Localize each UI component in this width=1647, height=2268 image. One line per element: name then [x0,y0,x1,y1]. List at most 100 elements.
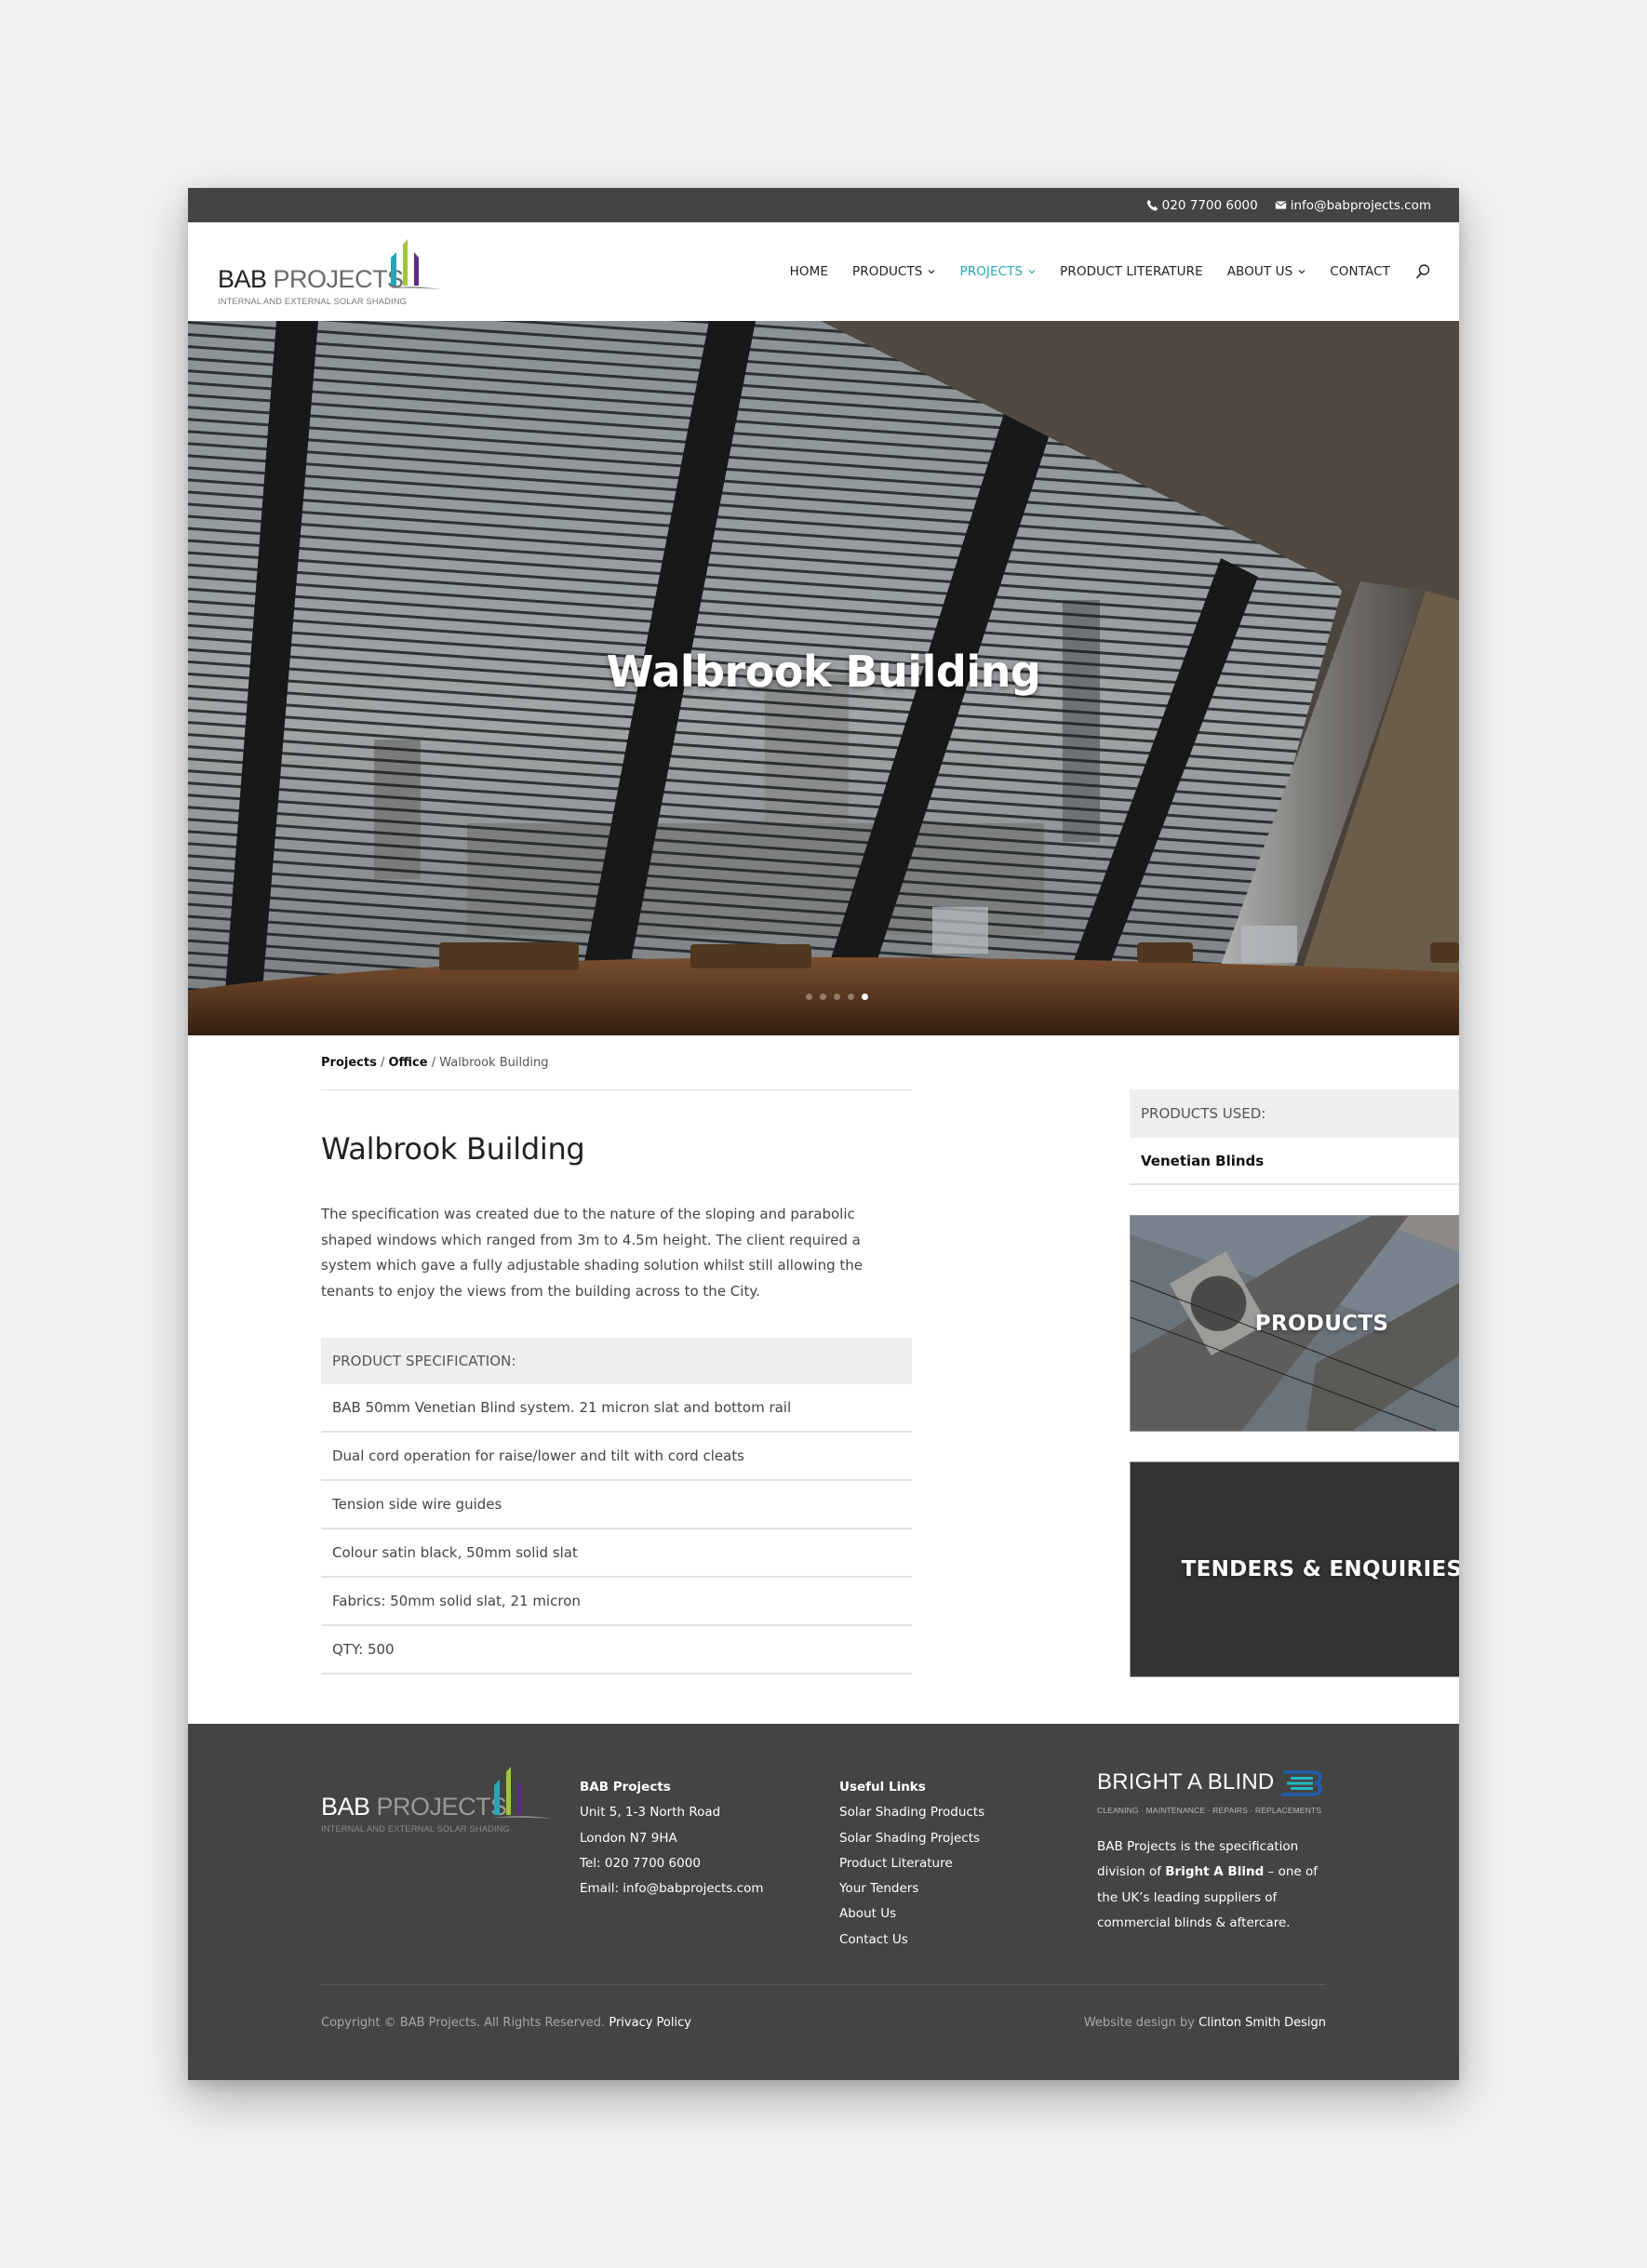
logo-word-projects: PROJECTS [273,265,405,293]
nav-label: PRODUCTS [852,264,923,279]
footer-copyright: Copyright © BAB Projects. All Rights Res… [321,2016,691,2030]
footer-link-solar-shading-products[interactable]: Solar Shading Products [839,1800,984,1825]
hero-slider: Walbrook Building [188,321,1459,1035]
breadcrumb-projects[interactable]: Projects [321,1056,377,1070]
footer-company: BAB Projects Unit 5, 1-3 North Road Lond… [580,1775,764,1901]
slider-dot[interactable] [819,994,826,1000]
credit-text: Website design by [1083,2016,1196,2030]
footer-credit: Website design by Clinton Smith Design [1084,2016,1326,2030]
top-phone-link[interactable]: 020 7700 6000 [1146,198,1258,213]
nav-label: PRODUCT LITERATURE [1060,264,1203,279]
footer-link-solar-shading-projects[interactable]: Solar Shading Projects [839,1826,984,1851]
nav-item-contact[interactable]: CONTACT [1330,264,1390,279]
partner-about-bold: Bright A Blind [1165,1864,1265,1880]
hero-title: Walbrook Building [606,647,1041,697]
footer-address-line: Unit 5, 1-3 North Road [580,1805,721,1821]
nav-item-about-us[interactable]: ABOUT US [1227,264,1306,279]
project-details: Walbrook Building The specification was … [321,1089,912,1674]
breadcrumb-separator: / [380,1056,385,1070]
footer-company-heading: BAB Projects [580,1780,671,1794]
top-email: info@babprojects.com [1290,197,1431,213]
breadcrumb-current: Walbrook Building [439,1056,549,1070]
project-description: The specification was created due to the… [321,1206,863,1300]
top-contact: 020 7700 6000 info@babprojects.com [1146,188,1431,222]
nav-item-home[interactable]: HOME [790,264,828,279]
footer-logo[interactable]: BAB PROJECTS INTERNAL AND EXTERNAL SOLAR… [321,1767,554,1841]
spec-row: Colour satin black, 50mm solid slat [321,1529,912,1578]
slider-dot-active[interactable] [861,994,868,1000]
nav-item-product-literature[interactable]: PRODUCT LITERATURE [1060,264,1203,279]
page-title: Walbrook Building [321,1131,585,1167]
tenders-tile-label: TENDERS & ENQUIRIES [1181,1557,1459,1581]
products-used-item[interactable]: Venetian Blinds [1130,1138,1459,1185]
site-logo[interactable]: BAB PROJECTS INTERNAL AND EXTERNAL SOLAR… [218,239,441,308]
copyright-text: Copyright © BAB Projects. All Rights Res… [321,2016,606,2030]
top-phone: 020 7700 6000 [1161,197,1258,213]
nav-item-products[interactable]: PRODUCTS [852,264,935,279]
main-nav: HOME PRODUCTS PROJECTS PRODUCT LITERATUR… [766,222,1431,321]
footer-link-product-literature[interactable]: Product Literature [839,1851,984,1876]
nav-label: ABOUT US [1226,264,1293,279]
breadcrumb-office[interactable]: Office [388,1056,427,1070]
nav-label: CONTACT [1330,264,1390,279]
breadcrumb: Projects / Office / Walbrook Building [321,1056,548,1070]
logo-bars-icon [492,1767,554,1819]
search-icon[interactable] [1414,263,1431,280]
slider-dots [188,994,1459,1000]
footer-logo-word-bab: BAB [321,1793,370,1821]
footer-links-heading: Useful Links [839,1780,926,1794]
footer-logo-word-projects: PROJECTS [376,1793,508,1821]
envelope-icon [1275,201,1287,209]
credit-link[interactable]: Clinton Smith Design [1198,2016,1326,2030]
footer-logo-tagline: INTERNAL AND EXTERNAL SOLAR SHADING [321,1824,510,1834]
phone-icon [1146,199,1158,211]
bright-a-blind-b-icon [1281,1770,1322,1796]
spec-row: QTY: 500 [321,1626,912,1674]
tenders-enquiries-tile[interactable]: TENDERS & ENQUIRIES [1130,1461,1459,1677]
breadcrumb-separator: / [431,1056,436,1070]
logo-bars-icon [389,239,441,289]
partner-logo-tagline: CLEANING · MAINTENANCE · REPAIRS · REPLA… [1097,1806,1322,1815]
partner-logo-name: BRIGHT A BLIND [1097,1769,1275,1794]
slider-dot[interactable] [833,994,840,1000]
nav-label: HOME [789,264,828,279]
page-frame: 020 7700 6000 info@babprojects.com BAB P… [188,188,1459,2080]
logo-tagline: INTERNAL AND EXTERNAL SOLAR SHADING [218,297,407,306]
footer-logo-wordmark: BAB PROJECTS [321,1793,507,1821]
bright-a-blind-logo[interactable]: BRIGHT A BLIND CLEANING · MAINTENANCE · … [1097,1769,1322,1815]
privacy-policy-link[interactable]: Privacy Policy [609,2016,691,2030]
chevron-down-icon [1028,270,1036,274]
nav-item-projects[interactable]: PROJECTS [959,264,1036,279]
footer-phone[interactable]: Tel: 020 7700 6000 [580,1851,764,1876]
logo-wordmark: BAB PROJECTS [218,265,404,293]
footer-partner: BRIGHT A BLIND CLEANING · MAINTENANCE · … [1097,1769,1330,1936]
footer-link-your-tenders[interactable]: Your Tenders [839,1876,984,1901]
site-footer: BAB PROJECTS INTERNAL AND EXTERNAL SOLAR… [188,1724,1459,2080]
top-bar: 020 7700 6000 info@babprojects.com [188,188,1459,222]
nav-label: PROJECTS [959,264,1024,279]
footer-email[interactable]: Email: info@babprojects.com [580,1876,764,1901]
sidebar: PRODUCTS USED: Venetian Blinds PRODUCTS [1130,1089,1459,1677]
logo-word-bab: BAB [218,265,267,293]
footer-divider [321,1984,1326,1985]
chevron-down-icon [1298,270,1306,274]
footer-useful-links: Useful Links Solar Shading Products Sola… [839,1775,984,1953]
product-specification: PRODUCT SPECIFICATION: BAB 50mm Venetian… [321,1338,912,1674]
slider-dot[interactable] [847,994,854,1000]
spec-heading: PRODUCT SPECIFICATION: [321,1338,912,1384]
slider-dot[interactable] [805,994,812,1000]
footer-address-line: London N7 9HA [580,1830,677,1846]
spec-row: Dual cord operation for raise/lower and … [321,1433,912,1481]
products-tile[interactable]: PRODUCTS [1130,1215,1459,1432]
top-email-link[interactable]: info@babprojects.com [1275,198,1431,213]
products-used-heading: PRODUCTS USED: [1130,1089,1459,1138]
spec-row: Tension side wire guides [321,1481,912,1529]
partner-about: BAB Projects is the specification divisi… [1097,1834,1330,1936]
footer-link-contact-us[interactable]: Contact Us [839,1928,984,1953]
site-header: BAB PROJECTS INTERNAL AND EXTERNAL SOLAR… [188,222,1459,321]
spec-row: BAB 50mm Venetian Blind system. 21 micro… [321,1384,912,1433]
spec-row: Fabrics: 50mm solid slat, 21 micron [321,1578,912,1626]
products-tile-label: PRODUCTS [1254,1311,1389,1336]
footer-link-about-us[interactable]: About Us [839,1901,984,1927]
chevron-down-icon [929,270,935,274]
